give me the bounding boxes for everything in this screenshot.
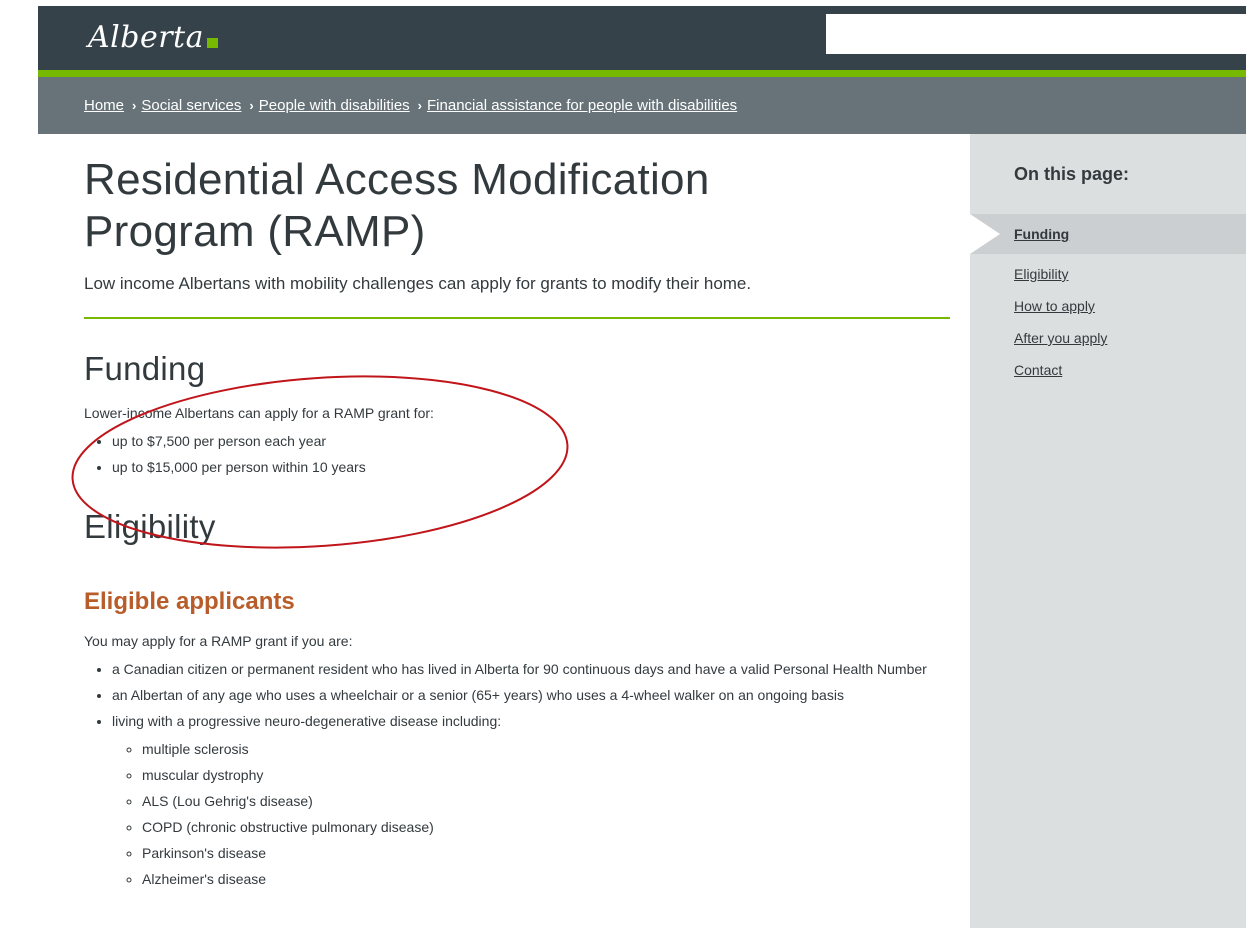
list-item: living with a progressive neuro-degenera… (112, 711, 950, 889)
sidebar-nav: Funding Eligibility How to apply After y… (970, 214, 1246, 392)
sidebar-item-how-to-apply[interactable]: How to apply (970, 296, 1246, 316)
logo-green-mark (207, 38, 218, 48)
main-content: Residential Access Modification Program … (84, 134, 950, 895)
sidebar-item-funding[interactable]: Funding (970, 214, 1246, 254)
list-item: muscular dystrophy (142, 765, 950, 785)
page-title: Residential Access Modification Program … (84, 154, 950, 258)
sidebar-item-after-you-apply[interactable]: After you apply (970, 328, 1246, 348)
page-lead: Low income Albertans with mobility chall… (84, 274, 752, 293)
list-item: multiple sclerosis (142, 739, 950, 759)
page-title-line-2: Program (RAMP) (84, 207, 426, 256)
eligible-applicants-heading: Eligible applicants (84, 588, 295, 615)
sidebar-item-eligibility[interactable]: Eligibility (970, 264, 1246, 284)
sidebar-heading: On this page: (1014, 164, 1130, 184)
breadcrumb-bar: Home › Social services › People with dis… (38, 77, 1246, 134)
funding-heading: Funding (84, 350, 206, 387)
breadcrumb-financial-assistance[interactable]: Financial assistance for people with dis… (427, 97, 737, 114)
logo-wordmark: Alberta (88, 20, 204, 55)
funding-intro: Lower-income Albertans can apply for a R… (84, 405, 434, 421)
list-item: Parkinson's disease (142, 843, 950, 863)
list-item: ALS (Lou Gehrig's disease) (142, 791, 950, 811)
eligibility-heading: Eligibility (84, 508, 216, 545)
funding-list: up to $7,500 per person each year up to … (84, 431, 950, 477)
breadcrumb-separator-icon: › (132, 98, 137, 113)
list-item: a Canadian citizen or permanent resident… (112, 659, 950, 679)
breadcrumb-people-with-disabilities[interactable]: People with disabilities (259, 97, 410, 114)
list-item: up to $15,000 per person within 10 years (112, 457, 950, 477)
on-this-page-sidebar: On this page: Funding Eligibility How to… (970, 134, 1246, 928)
page-title-line-1: Residential Access Modification (84, 155, 710, 204)
eligibility-list: a Canadian citizen or permanent resident… (84, 659, 950, 889)
list-item: an Albertan of any age who uses a wheelc… (112, 685, 950, 705)
breadcrumb: Home › Social services › People with dis… (84, 97, 737, 114)
list-item: up to $7,500 per person each year (112, 431, 950, 451)
breadcrumb-separator-icon: › (417, 98, 423, 113)
search-input[interactable] (826, 14, 1246, 54)
sidebar-item-contact[interactable]: Contact (970, 360, 1246, 380)
breadcrumb-separator-icon: › (249, 98, 254, 113)
breadcrumb-home[interactable]: Home (84, 97, 124, 114)
breadcrumb-social-services[interactable]: Social services (141, 97, 241, 114)
accent-stripe (38, 70, 1246, 77)
disease-list: multiple sclerosis muscular dystrophy AL… (112, 739, 950, 889)
alberta-logo[interactable]: Alberta (88, 14, 218, 58)
eligibility-intro: You may apply for a RAMP grant if you ar… (84, 633, 353, 649)
list-item: COPD (chronic obstructive pulmonary dise… (142, 817, 950, 837)
list-item-text: living with a progressive neuro-degenera… (112, 713, 502, 729)
list-item: Alzheimer's disease (142, 869, 950, 889)
section-divider (84, 317, 950, 319)
top-header-bar: Alberta (38, 6, 1246, 70)
